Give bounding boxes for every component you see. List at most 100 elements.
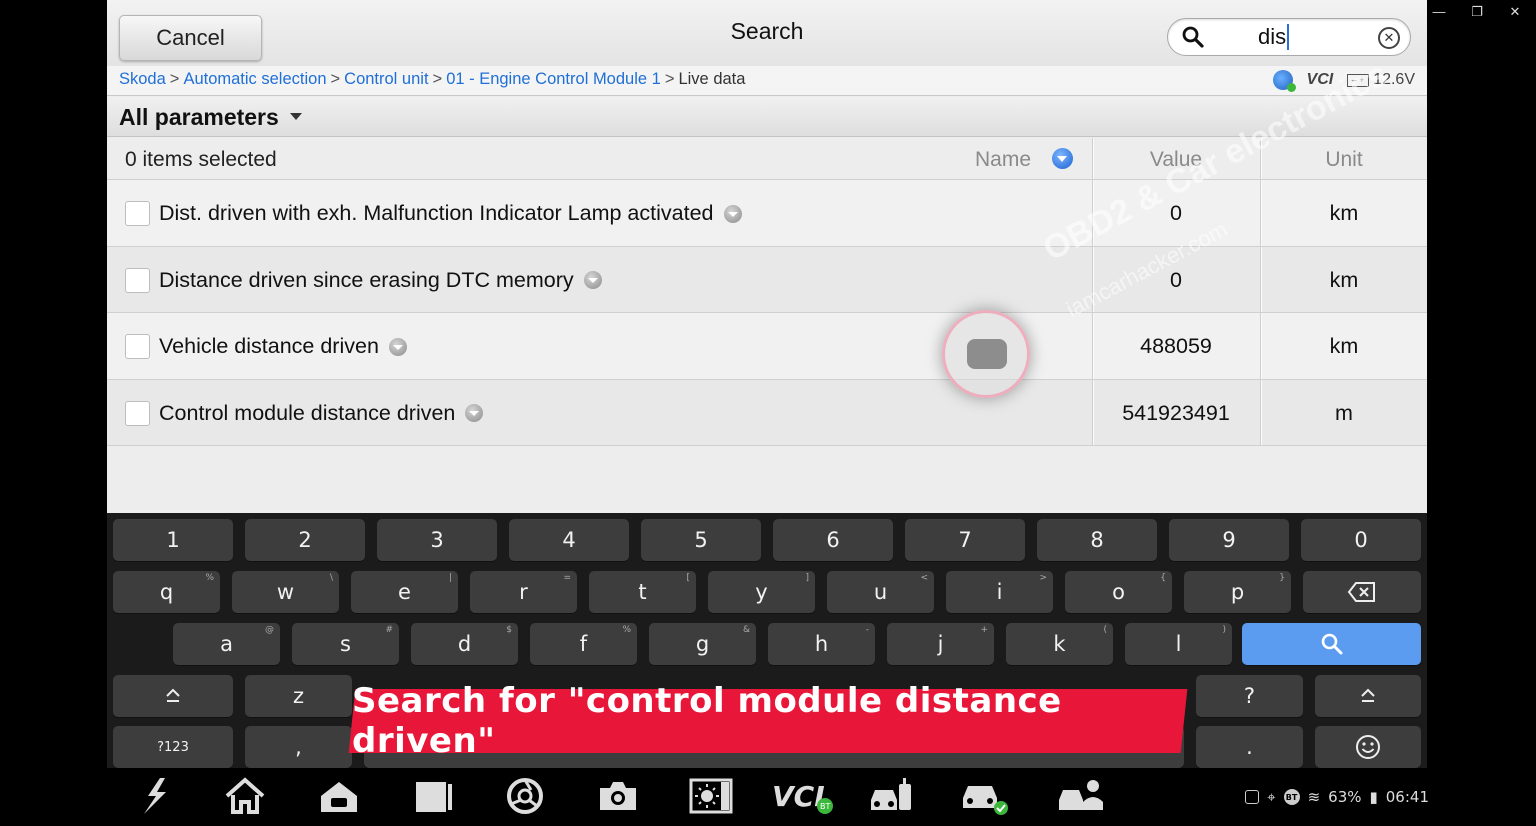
key-k[interactable]: k(	[1006, 623, 1113, 665]
key-1[interactable]: 1	[113, 519, 233, 561]
row-checkbox[interactable]	[125, 201, 150, 226]
key-4[interactable]: 4	[509, 519, 629, 561]
dropdown-caret-icon	[290, 113, 302, 120]
table-header: 0 items selected Name Value Unit	[107, 138, 1427, 180]
key-s[interactable]: s #	[292, 623, 399, 665]
key-5[interactable]: 5	[641, 519, 761, 561]
expand-info-icon[interactable]	[465, 404, 484, 422]
vci-icon[interactable]: VCIBT	[772, 776, 836, 816]
key-0[interactable]: 0	[1301, 519, 1421, 561]
clear-search-icon[interactable]: ✕	[1378, 27, 1400, 49]
expand-info-icon[interactable]	[583, 271, 602, 289]
recent-apps-icon[interactable]	[410, 776, 454, 816]
key-7[interactable]: 7	[905, 519, 1025, 561]
key-period[interactable]: .	[1196, 726, 1303, 768]
breadcrumb-skoda[interactable]: Skoda	[119, 70, 166, 88]
key-i[interactable]: i >	[946, 571, 1053, 613]
parameter-unit: km	[1329, 267, 1359, 292]
expand-info-icon[interactable]	[388, 337, 407, 356]
key-a[interactable]: a @	[173, 623, 280, 665]
camera-icon[interactable]	[596, 776, 640, 816]
search-key[interactable]	[1242, 623, 1421, 665]
breadcrumb-control-unit[interactable]: Control unit	[344, 70, 428, 88]
key-e[interactable]: e |	[351, 571, 458, 613]
column-header-name[interactable]: Name	[975, 148, 1031, 172]
minimize-button[interactable]: —	[1432, 4, 1446, 20]
row-checkbox[interactable]	[125, 267, 150, 293]
android-home-icon[interactable]	[317, 776, 361, 816]
key-l[interactable]: l)	[1125, 623, 1232, 665]
expand-info-icon[interactable]	[723, 204, 742, 223]
key-d[interactable]: d $	[411, 623, 518, 665]
table-row[interactable]: Dist. driven with exh. Malfunction Indic…	[107, 180, 1427, 247]
sort-icon[interactable]	[1052, 148, 1073, 169]
parameter-value: 0	[1170, 201, 1182, 225]
key-w[interactable]: w \	[232, 571, 339, 613]
column-header-unit: Unit	[1325, 148, 1363, 171]
status-icons: VCI – + 12.6V	[1272, 70, 1415, 92]
cancel-button[interactable]: Cancel	[119, 15, 262, 61]
key-6[interactable]: 6	[773, 519, 893, 561]
car-scan-icon[interactable]	[867, 776, 917, 816]
restore-button[interactable]: ❐	[1470, 4, 1484, 20]
system-status: ⌖ BT ≋ 63% ▮ 06:41	[1245, 788, 1429, 806]
key-r[interactable]: r =	[470, 571, 577, 613]
car-check-icon[interactable]	[959, 776, 1009, 816]
parameter-name: Control module distance driven	[159, 401, 484, 426]
table-row[interactable]: Control module distance driven 541923491…	[107, 379, 1427, 446]
key-3[interactable]: 3	[377, 519, 497, 561]
parameter-filter-dropdown[interactable]: All parameters	[119, 104, 279, 131]
key-o[interactable]: o{	[1065, 571, 1172, 613]
key-9[interactable]: 9	[1169, 519, 1289, 561]
key-8[interactable]: 8	[1037, 519, 1157, 561]
key-2[interactable]: 2	[245, 519, 365, 561]
row-checkbox[interactable]	[125, 334, 150, 359]
key-t[interactable]: t[	[589, 571, 696, 613]
key-g[interactable]: g &	[649, 623, 756, 665]
key-j[interactable]: j +	[887, 623, 994, 665]
watermark-logo-icon	[942, 310, 1030, 398]
filter-bar[interactable]: All parameters	[107, 97, 1427, 137]
key-p[interactable]: p}	[1184, 571, 1291, 613]
shift-key-right[interactable]	[1315, 675, 1421, 717]
key-f[interactable]: f%	[530, 623, 637, 665]
key-comma[interactable]: ,	[245, 726, 352, 768]
table-row[interactable]: Vehicle distance driven 488059 km	[107, 313, 1427, 380]
bluetooth-icon: BT	[1283, 789, 1300, 805]
parameter-name: Distance driven since erasing DTC memory	[159, 268, 602, 293]
key-u[interactable]: u <	[827, 571, 934, 613]
brightness-icon[interactable]	[689, 776, 733, 816]
backspace-key[interactable]	[1303, 571, 1421, 613]
breadcrumb-engine-control-module[interactable]: 01 - Engine Control Module 1	[446, 70, 661, 88]
parameter-value: 541923491	[1122, 400, 1230, 425]
back-arrow-icon[interactable]	[132, 776, 176, 816]
key-z[interactable]: z	[245, 675, 352, 717]
browser-icon[interactable]	[503, 776, 547, 816]
symbols-key[interactable]: ?123	[113, 726, 233, 768]
navigation-bar: VCI BT ⌖ BT ≋ 63% ▮ 06:41	[107, 768, 1429, 826]
search-value: dis	[1258, 24, 1290, 50]
search-input[interactable]: dis ✕	[1167, 18, 1411, 56]
search-icon	[1182, 26, 1204, 48]
row-checkbox[interactable]	[125, 400, 150, 426]
key-question[interactable]: ?	[1196, 675, 1303, 717]
svg-text:BT: BT	[820, 802, 830, 811]
live-data-table: 0 items selected Name Value Unit Dist. d…	[107, 138, 1427, 446]
selected-count: 0 items selected	[125, 148, 277, 171]
home-icon[interactable]	[223, 776, 267, 816]
breadcrumb-separator: >	[432, 70, 443, 88]
breadcrumb-automatic-selection[interactable]: Automatic selection	[183, 70, 326, 88]
shift-key[interactable]	[113, 675, 233, 717]
svg-text:VCI: VCI	[772, 780, 825, 813]
key-q[interactable]: q%	[113, 571, 220, 613]
breadcrumb-bar: Skoda > Automatic selection > Control unit >0…	[107, 66, 1427, 96]
voltage-value: 12.6V	[1373, 71, 1415, 88]
key-h[interactable]: h-	[768, 623, 875, 665]
emoji-key[interactable]	[1315, 726, 1421, 768]
close-window-button[interactable]: ✕	[1508, 4, 1522, 20]
key-y[interactable]: y]	[708, 571, 815, 613]
remote-expert-icon[interactable]	[1055, 776, 1107, 816]
table-row[interactable]: Distance driven since erasing DTC memory…	[107, 246, 1427, 313]
backspace-icon	[1347, 582, 1375, 602]
clock: 06:41	[1385, 788, 1429, 806]
